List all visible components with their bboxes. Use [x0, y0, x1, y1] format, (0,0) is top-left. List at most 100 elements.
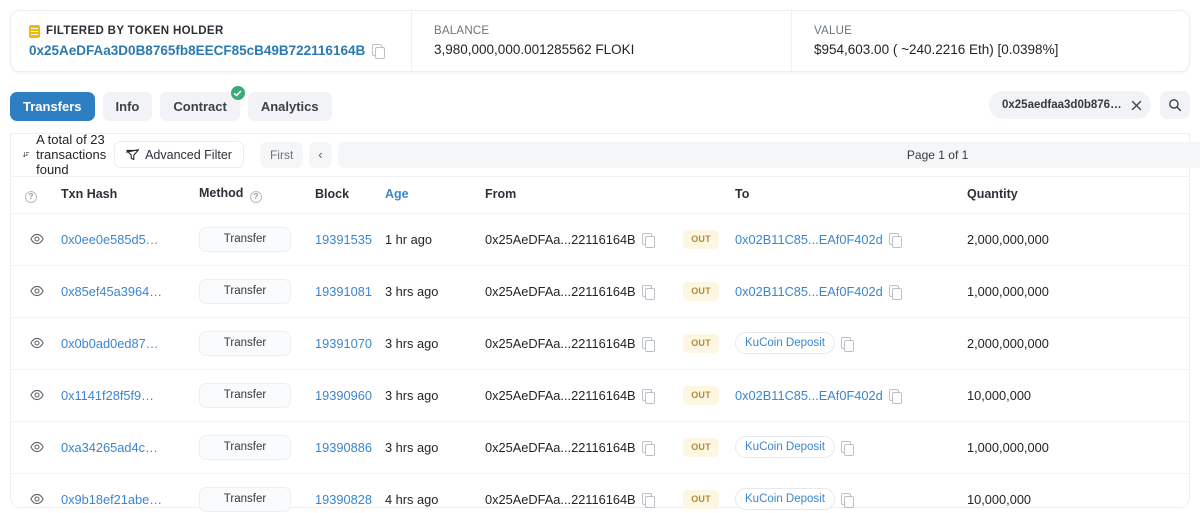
col-header-age[interactable]: Age [379, 177, 479, 214]
age-cell: 4 hrs ago [379, 473, 479, 513]
tab-transfers[interactable]: Transfers [10, 92, 95, 121]
direction-cell: OUT [677, 317, 729, 369]
txn-hash-link[interactable]: 0x9b18ef21abe… [61, 492, 162, 507]
block-link[interactable]: 19390886 [315, 440, 372, 455]
from-cell: 0x25AeDFAa...22116164B [479, 369, 677, 421]
copy-icon[interactable] [889, 389, 901, 402]
to-address-tag[interactable]: KuCoin Deposit [735, 332, 835, 354]
eye-icon[interactable] [25, 383, 49, 407]
copy-icon[interactable] [889, 233, 901, 246]
filtered-address-link[interactable]: 0x25AeDFAa3D0B8765fb8EECF85cB49B72211616… [29, 43, 365, 58]
txn-hash-link[interactable]: 0xa34265ad4c… [61, 440, 158, 455]
copy-icon[interactable] [642, 233, 654, 246]
token-holder-summary-card: FILTERED BY TOKEN HOLDER 0x25AeDFAa3D0B8… [10, 10, 1190, 72]
block-link[interactable]: 19390960 [315, 388, 372, 403]
copy-icon[interactable] [841, 441, 853, 454]
to-address-link[interactable]: 0x02B11C85...EAf0F402d [735, 232, 883, 247]
to-address-tag[interactable]: KuCoin Deposit [735, 488, 835, 510]
quantity-cell: 10,000,000 [961, 369, 1189, 421]
advanced-filter-button[interactable]: Advanced Filter [114, 141, 244, 168]
method-badge[interactable]: Transfer [199, 227, 291, 252]
from-cell: 0x25AeDFAa...22116164B [479, 473, 677, 513]
to-cell: KuCoin Deposit [729, 421, 961, 473]
txn-hash-link[interactable]: 0x85ef45a3964… [61, 284, 162, 299]
row-preview-cell [11, 421, 55, 473]
to-cell: 0x02B11C85...EAf0F402d [729, 265, 961, 317]
eye-icon[interactable] [25, 279, 49, 303]
table-search-area: 0x25aedfaa3d0b8765fb8eecf8… [989, 91, 1190, 119]
copy-icon[interactable] [372, 44, 384, 57]
tab-contract[interactable]: Contract [160, 92, 239, 121]
table-toolbar: A total of 23 transactions found Advance… [11, 133, 1189, 176]
transactions-total-text: A total of 23 transactions found [36, 132, 114, 177]
copy-icon[interactable] [642, 493, 654, 506]
quantity-cell: 2,000,000,000 [961, 213, 1189, 265]
quantity-cell: 10,000,000 [961, 473, 1189, 513]
method-badge[interactable]: Transfer [199, 383, 291, 408]
copy-icon[interactable] [642, 285, 654, 298]
tab-analytics-label: Analytics [261, 99, 319, 114]
help-icon[interactable]: ? [25, 191, 37, 203]
tab-info[interactable]: Info [103, 92, 153, 121]
copy-icon[interactable] [642, 389, 654, 402]
method-badge[interactable]: Transfer [199, 487, 291, 512]
tab-contract-label: Contract [173, 99, 226, 114]
tab-analytics[interactable]: Analytics [248, 92, 332, 121]
search-icon[interactable] [1160, 91, 1190, 119]
eye-icon[interactable] [25, 435, 49, 459]
direction-cell: OUT [677, 213, 729, 265]
block-link[interactable]: 19391535 [315, 232, 372, 247]
txn-hash-link[interactable]: 0x1141f28f5f9… [61, 388, 154, 403]
copy-icon[interactable] [841, 493, 853, 506]
to-address-tag[interactable]: KuCoin Deposit [735, 436, 835, 458]
col-header-from: From [479, 177, 677, 214]
eye-icon[interactable] [25, 331, 49, 355]
method-badge[interactable]: Transfer [199, 331, 291, 356]
value-amount: $954,603.00 ( ~240.2216 Eth) [0.0398%] [814, 42, 1189, 57]
from-cell: 0x25AeDFAa...22116164B [479, 213, 677, 265]
age-cell: 3 hrs ago [379, 265, 479, 317]
copy-icon[interactable] [889, 285, 901, 298]
from-address: 0x25AeDFAa...22116164B [485, 388, 636, 403]
txn-hash-cell: 0x1141f28f5f9… [55, 369, 193, 421]
table-header: ? Txn Hash Method ? Block Age From To Qu… [11, 177, 1189, 214]
method-badge[interactable]: Transfer [199, 435, 291, 460]
pagination-first-button[interactable]: First [260, 142, 303, 168]
eye-icon[interactable] [25, 227, 49, 251]
pagination-prev-button[interactable]: ‹ [309, 142, 331, 168]
to-address-link[interactable]: 0x02B11C85...EAf0F402d [735, 284, 883, 299]
filtered-by-holder-cell: FILTERED BY TOKEN HOLDER 0x25AeDFAa3D0B8… [11, 11, 411, 71]
to-address-link[interactable]: 0x02B11C85...EAf0F402d [735, 388, 883, 403]
direction-cell: OUT [677, 369, 729, 421]
search-input[interactable]: 0x25aedfaa3d0b8765fb8eecf8… [989, 91, 1151, 119]
to-cell: KuCoin Deposit [729, 317, 961, 369]
col-header-arrow [677, 177, 729, 214]
direction-badge-out: OUT [683, 386, 719, 405]
block-cell: 19391070 [309, 317, 379, 369]
balance-label: BALANCE [434, 25, 791, 37]
sort-descending-icon[interactable] [23, 148, 29, 161]
row-preview-cell [11, 317, 55, 369]
txn-hash-link[interactable]: 0x0b0ad0ed87… [61, 336, 158, 351]
txn-hash-link[interactable]: 0x0ee0e585d5… [61, 232, 158, 247]
filtered-address-row: 0x25AeDFAa3D0B8765fb8EECF85cB49B72211616… [29, 43, 411, 58]
col-header-method: Method ? [193, 177, 309, 214]
method-badge[interactable]: Transfer [199, 279, 291, 304]
help-icon[interactable]: ? [250, 191, 262, 203]
copy-icon[interactable] [642, 441, 654, 454]
block-cell: 19390886 [309, 421, 379, 473]
to-cell: KuCoin Deposit [729, 473, 961, 513]
quantity-cell: 1,000,000,000 [961, 421, 1189, 473]
eye-icon[interactable] [25, 487, 49, 511]
tab-bar: Transfers Info Contract Analytics 0x25ae… [10, 92, 1190, 122]
row-preview-cell [11, 369, 55, 421]
method-cell: Transfer [193, 213, 309, 265]
block-link[interactable]: 19391081 [315, 284, 372, 299]
block-link[interactable]: 19391070 [315, 336, 372, 351]
copy-icon[interactable] [841, 337, 853, 350]
row-preview-cell [11, 265, 55, 317]
to-cell: 0x02B11C85...EAf0F402d [729, 213, 961, 265]
copy-icon[interactable] [642, 337, 654, 350]
block-link[interactable]: 19390828 [315, 492, 372, 507]
close-icon[interactable] [1126, 95, 1147, 116]
